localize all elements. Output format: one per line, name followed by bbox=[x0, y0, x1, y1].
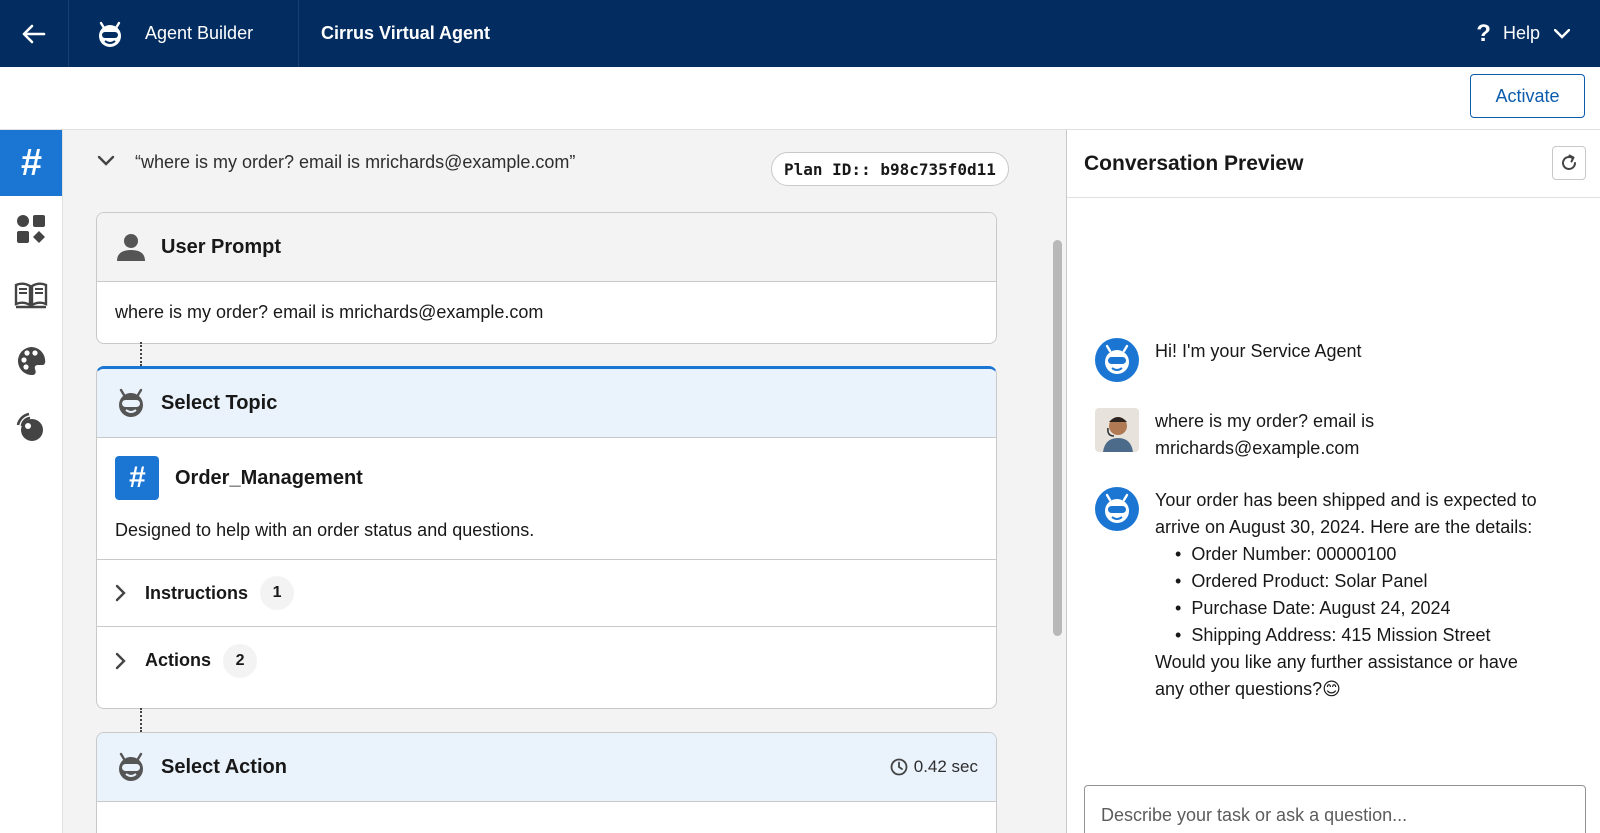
actions-count: 2 bbox=[223, 643, 258, 678]
rail-item-connections[interactable] bbox=[0, 394, 62, 460]
user-avatar bbox=[1095, 408, 1139, 452]
utterance-row: “where is my order? email is mrichards@e… bbox=[63, 130, 1066, 200]
top-nav: Agent Builder Cirrus Virtual Agent ? Hel… bbox=[0, 0, 1600, 67]
order-details-list: Order Number: 00000100 Ordered Product: … bbox=[1175, 541, 1537, 649]
refresh-button[interactable] bbox=[1552, 146, 1586, 180]
select-action-card: Select Action 0.42 sec bbox=[96, 732, 997, 833]
activate-button[interactable]: Activate bbox=[1470, 74, 1585, 118]
sub-toolbar: Activate bbox=[0, 67, 1600, 130]
plan-id-badge: Plan ID:: b98c735f0d11 bbox=[771, 152, 1009, 186]
message-text: where is my order? email is mrichards@ex… bbox=[1155, 411, 1375, 458]
user-prompt-card: User Prompt where is my order? email is … bbox=[96, 212, 997, 344]
agent-message: Hi! I'm your Service Agent bbox=[1095, 338, 1585, 382]
select-action-title: Select Action bbox=[161, 755, 287, 778]
hash-icon: # bbox=[20, 141, 42, 184]
agent-name: Cirrus Virtual Agent bbox=[321, 23, 491, 43]
user-icon bbox=[117, 234, 145, 261]
timing-value: 0.42 sec bbox=[913, 757, 978, 776]
rail-item-topics[interactable]: # bbox=[0, 130, 62, 196]
rail-item-components[interactable] bbox=[0, 196, 62, 262]
select-topic-header: Select Topic bbox=[97, 369, 996, 438]
agent-icon bbox=[119, 752, 143, 781]
rail-item-theme[interactable] bbox=[0, 328, 62, 394]
library-icon bbox=[14, 282, 48, 309]
select-topic-title: Select Topic bbox=[161, 391, 278, 414]
chevron-down-icon bbox=[1554, 28, 1570, 39]
topic-name-row: # Order_Management bbox=[97, 438, 996, 500]
message-text: Your order has been shipped and is expec… bbox=[1155, 487, 1537, 703]
help-label: Help bbox=[1502, 23, 1540, 43]
topic-name: Order_Management bbox=[175, 466, 363, 489]
user-prompt-header: User Prompt bbox=[97, 213, 996, 282]
user-prompt-text: where is my order? email is mrichards@ex… bbox=[115, 302, 544, 322]
app-name: Agent Builder bbox=[145, 23, 254, 43]
plan-canvas: “where is my order? email is mrichards@e… bbox=[63, 130, 1066, 833]
list-item: Ordered Product: Solar Panel bbox=[1175, 568, 1537, 595]
left-rail: # bbox=[0, 130, 63, 833]
user-message: where is my order? email is mrichards@ex… bbox=[1095, 408, 1585, 462]
connection-icon bbox=[16, 412, 43, 441]
chevron-down-icon[interactable] bbox=[97, 155, 115, 167]
instructions-label: Instructions bbox=[145, 582, 249, 603]
hash-icon: # bbox=[115, 456, 159, 500]
timing-label: 0.42 sec bbox=[890, 757, 978, 777]
refresh-icon bbox=[1562, 154, 1576, 170]
agent-logo-icon bbox=[99, 21, 121, 47]
back-button[interactable] bbox=[0, 0, 69, 67]
actions-label: Actions bbox=[145, 650, 212, 670]
list-item: Shipping Address: 415 Mission Street bbox=[1175, 622, 1537, 649]
agent-avatar-icon bbox=[1095, 338, 1139, 382]
instructions-count: 1 bbox=[260, 576, 295, 610]
app-brand: Agent Builder bbox=[69, 0, 299, 67]
preview-header: Conversation Preview bbox=[1067, 130, 1600, 198]
preview-title: Conversation Preview bbox=[1084, 151, 1304, 175]
agent-avatar-icon bbox=[1095, 487, 1139, 531]
back-arrow-icon bbox=[22, 24, 46, 43]
user-prompt-title: User Prompt bbox=[161, 235, 282, 258]
rail-item-library[interactable] bbox=[0, 262, 62, 328]
conversation-preview-panel: Conversation Preview Hi! I'm your Servic… bbox=[1066, 130, 1600, 833]
agent-icon bbox=[119, 388, 143, 417]
components-icon bbox=[17, 215, 45, 243]
message-text: Hi! I'm your Service Agent bbox=[1155, 341, 1362, 361]
chevron-right-icon bbox=[115, 584, 126, 602]
help-menu[interactable]: ? Help bbox=[1476, 20, 1570, 48]
chevron-right-icon bbox=[115, 652, 126, 669]
chat-input[interactable] bbox=[1084, 785, 1586, 833]
step-connector bbox=[140, 708, 142, 732]
list-item: Order Number: 00000100 bbox=[1175, 541, 1537, 568]
palette-icon bbox=[17, 346, 46, 376]
utterance-text: “where is my order? email is mrichards@e… bbox=[135, 152, 576, 172]
select-topic-card: Select Topic # Order_Management Designed… bbox=[96, 366, 997, 709]
select-action-header: Select Action 0.42 sec bbox=[97, 733, 996, 802]
canvas-scrollbar[interactable] bbox=[1053, 240, 1062, 636]
list-item: Purchase Date: August 24, 2024 bbox=[1175, 595, 1537, 622]
step-connector bbox=[140, 342, 142, 366]
clock-icon bbox=[890, 758, 908, 776]
question-icon: ? bbox=[1476, 19, 1491, 47]
actions-row[interactable]: Actions 2 bbox=[97, 627, 996, 694]
topic-description: Designed to help with an order status an… bbox=[97, 500, 996, 560]
agent-message: Your order has been shipped and is expec… bbox=[1095, 487, 1585, 703]
instructions-row[interactable]: Instructions 1 bbox=[97, 560, 996, 627]
